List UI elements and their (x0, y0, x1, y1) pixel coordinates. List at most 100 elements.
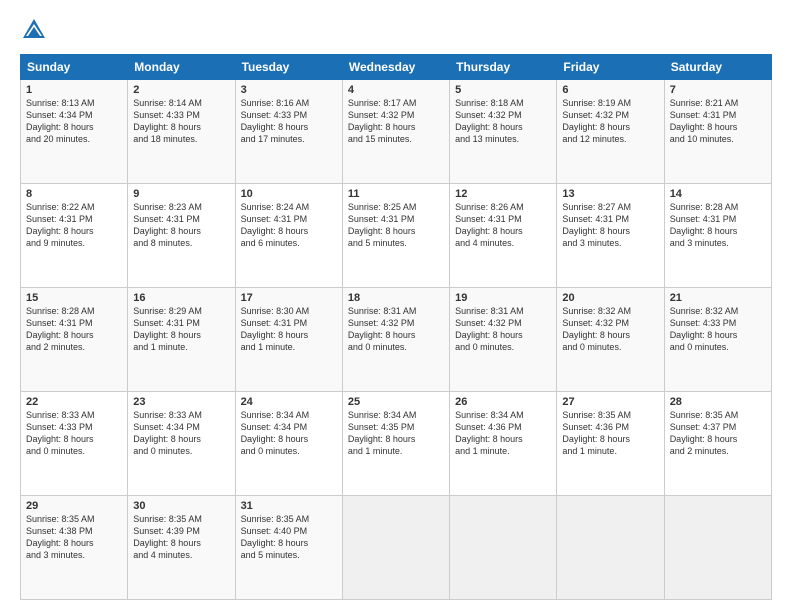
calendar-cell: 3Sunrise: 8:16 AM Sunset: 4:33 PM Daylig… (235, 80, 342, 184)
calendar-cell: 7Sunrise: 8:21 AM Sunset: 4:31 PM Daylig… (664, 80, 771, 184)
calendar-week-row: 29Sunrise: 8:35 AM Sunset: 4:38 PM Dayli… (21, 496, 772, 600)
day-number: 2 (133, 84, 229, 96)
day-number: 3 (241, 84, 337, 96)
day-info: Sunrise: 8:31 AM Sunset: 4:32 PM Dayligh… (348, 305, 444, 354)
calendar-cell: 22Sunrise: 8:33 AM Sunset: 4:33 PM Dayli… (21, 392, 128, 496)
day-number: 11 (348, 188, 444, 200)
day-info: Sunrise: 8:26 AM Sunset: 4:31 PM Dayligh… (455, 201, 551, 250)
day-info: Sunrise: 8:28 AM Sunset: 4:31 PM Dayligh… (670, 201, 766, 250)
day-number: 13 (562, 188, 658, 200)
day-number: 22 (26, 396, 122, 408)
day-info: Sunrise: 8:35 AM Sunset: 4:36 PM Dayligh… (562, 409, 658, 458)
day-number: 5 (455, 84, 551, 96)
day-number: 7 (670, 84, 766, 96)
weekday-header: Saturday (664, 55, 771, 80)
day-number: 27 (562, 396, 658, 408)
weekday-header: Wednesday (342, 55, 449, 80)
day-number: 31 (241, 500, 337, 512)
weekday-header: Tuesday (235, 55, 342, 80)
day-info: Sunrise: 8:17 AM Sunset: 4:32 PM Dayligh… (348, 97, 444, 146)
weekday-header: Friday (557, 55, 664, 80)
calendar-cell: 10Sunrise: 8:24 AM Sunset: 4:31 PM Dayli… (235, 184, 342, 288)
day-number: 10 (241, 188, 337, 200)
day-info: Sunrise: 8:23 AM Sunset: 4:31 PM Dayligh… (133, 201, 229, 250)
calendar-cell: 12Sunrise: 8:26 AM Sunset: 4:31 PM Dayli… (450, 184, 557, 288)
day-number: 12 (455, 188, 551, 200)
calendar-cell: 1Sunrise: 8:13 AM Sunset: 4:34 PM Daylig… (21, 80, 128, 184)
day-number: 26 (455, 396, 551, 408)
day-info: Sunrise: 8:28 AM Sunset: 4:31 PM Dayligh… (26, 305, 122, 354)
calendar-cell: 27Sunrise: 8:35 AM Sunset: 4:36 PM Dayli… (557, 392, 664, 496)
day-number: 16 (133, 292, 229, 304)
calendar-cell: 18Sunrise: 8:31 AM Sunset: 4:32 PM Dayli… (342, 288, 449, 392)
day-info: Sunrise: 8:18 AM Sunset: 4:32 PM Dayligh… (455, 97, 551, 146)
day-info: Sunrise: 8:33 AM Sunset: 4:34 PM Dayligh… (133, 409, 229, 458)
weekday-header: Thursday (450, 55, 557, 80)
day-info: Sunrise: 8:24 AM Sunset: 4:31 PM Dayligh… (241, 201, 337, 250)
logo (20, 16, 52, 44)
calendar-week-row: 15Sunrise: 8:28 AM Sunset: 4:31 PM Dayli… (21, 288, 772, 392)
calendar-cell (450, 496, 557, 600)
day-info: Sunrise: 8:21 AM Sunset: 4:31 PM Dayligh… (670, 97, 766, 146)
calendar-cell (557, 496, 664, 600)
day-number: 9 (133, 188, 229, 200)
day-number: 15 (26, 292, 122, 304)
day-number: 28 (670, 396, 766, 408)
day-info: Sunrise: 8:32 AM Sunset: 4:32 PM Dayligh… (562, 305, 658, 354)
calendar-week-row: 1Sunrise: 8:13 AM Sunset: 4:34 PM Daylig… (21, 80, 772, 184)
day-info: Sunrise: 8:34 AM Sunset: 4:34 PM Dayligh… (241, 409, 337, 458)
page: SundayMondayTuesdayWednesdayThursdayFrid… (0, 0, 792, 612)
calendar-cell: 30Sunrise: 8:35 AM Sunset: 4:39 PM Dayli… (128, 496, 235, 600)
calendar-cell: 16Sunrise: 8:29 AM Sunset: 4:31 PM Dayli… (128, 288, 235, 392)
day-info: Sunrise: 8:13 AM Sunset: 4:34 PM Dayligh… (26, 97, 122, 146)
calendar-cell: 29Sunrise: 8:35 AM Sunset: 4:38 PM Dayli… (21, 496, 128, 600)
day-number: 29 (26, 500, 122, 512)
day-number: 14 (670, 188, 766, 200)
day-info: Sunrise: 8:30 AM Sunset: 4:31 PM Dayligh… (241, 305, 337, 354)
day-info: Sunrise: 8:35 AM Sunset: 4:37 PM Dayligh… (670, 409, 766, 458)
day-number: 25 (348, 396, 444, 408)
calendar-cell: 21Sunrise: 8:32 AM Sunset: 4:33 PM Dayli… (664, 288, 771, 392)
calendar-cell: 8Sunrise: 8:22 AM Sunset: 4:31 PM Daylig… (21, 184, 128, 288)
calendar-header-row: SundayMondayTuesdayWednesdayThursdayFrid… (21, 55, 772, 80)
calendar-cell: 20Sunrise: 8:32 AM Sunset: 4:32 PM Dayli… (557, 288, 664, 392)
day-info: Sunrise: 8:35 AM Sunset: 4:38 PM Dayligh… (26, 513, 122, 562)
day-number: 1 (26, 84, 122, 96)
calendar-cell: 15Sunrise: 8:28 AM Sunset: 4:31 PM Dayli… (21, 288, 128, 392)
weekday-header: Monday (128, 55, 235, 80)
calendar-cell: 25Sunrise: 8:34 AM Sunset: 4:35 PM Dayli… (342, 392, 449, 496)
day-info: Sunrise: 8:27 AM Sunset: 4:31 PM Dayligh… (562, 201, 658, 250)
calendar-cell: 2Sunrise: 8:14 AM Sunset: 4:33 PM Daylig… (128, 80, 235, 184)
day-number: 30 (133, 500, 229, 512)
day-info: Sunrise: 8:32 AM Sunset: 4:33 PM Dayligh… (670, 305, 766, 354)
header (20, 16, 772, 44)
calendar-cell: 19Sunrise: 8:31 AM Sunset: 4:32 PM Dayli… (450, 288, 557, 392)
calendar-cell: 13Sunrise: 8:27 AM Sunset: 4:31 PM Dayli… (557, 184, 664, 288)
calendar-cell: 17Sunrise: 8:30 AM Sunset: 4:31 PM Dayli… (235, 288, 342, 392)
calendar-cell: 23Sunrise: 8:33 AM Sunset: 4:34 PM Dayli… (128, 392, 235, 496)
day-info: Sunrise: 8:34 AM Sunset: 4:36 PM Dayligh… (455, 409, 551, 458)
day-number: 23 (133, 396, 229, 408)
calendar-cell: 24Sunrise: 8:34 AM Sunset: 4:34 PM Dayli… (235, 392, 342, 496)
day-info: Sunrise: 8:34 AM Sunset: 4:35 PM Dayligh… (348, 409, 444, 458)
calendar-cell (664, 496, 771, 600)
day-info: Sunrise: 8:16 AM Sunset: 4:33 PM Dayligh… (241, 97, 337, 146)
day-number: 19 (455, 292, 551, 304)
day-info: Sunrise: 8:25 AM Sunset: 4:31 PM Dayligh… (348, 201, 444, 250)
calendar-cell: 4Sunrise: 8:17 AM Sunset: 4:32 PM Daylig… (342, 80, 449, 184)
calendar-table: SundayMondayTuesdayWednesdayThursdayFrid… (20, 54, 772, 600)
calendar-cell: 31Sunrise: 8:35 AM Sunset: 4:40 PM Dayli… (235, 496, 342, 600)
day-info: Sunrise: 8:19 AM Sunset: 4:32 PM Dayligh… (562, 97, 658, 146)
day-number: 8 (26, 188, 122, 200)
weekday-header: Sunday (21, 55, 128, 80)
day-number: 20 (562, 292, 658, 304)
logo-icon (20, 16, 48, 44)
calendar-cell: 9Sunrise: 8:23 AM Sunset: 4:31 PM Daylig… (128, 184, 235, 288)
day-info: Sunrise: 8:35 AM Sunset: 4:39 PM Dayligh… (133, 513, 229, 562)
day-number: 24 (241, 396, 337, 408)
calendar-cell: 6Sunrise: 8:19 AM Sunset: 4:32 PM Daylig… (557, 80, 664, 184)
calendar-cell: 5Sunrise: 8:18 AM Sunset: 4:32 PM Daylig… (450, 80, 557, 184)
day-number: 18 (348, 292, 444, 304)
calendar-cell: 28Sunrise: 8:35 AM Sunset: 4:37 PM Dayli… (664, 392, 771, 496)
day-info: Sunrise: 8:31 AM Sunset: 4:32 PM Dayligh… (455, 305, 551, 354)
